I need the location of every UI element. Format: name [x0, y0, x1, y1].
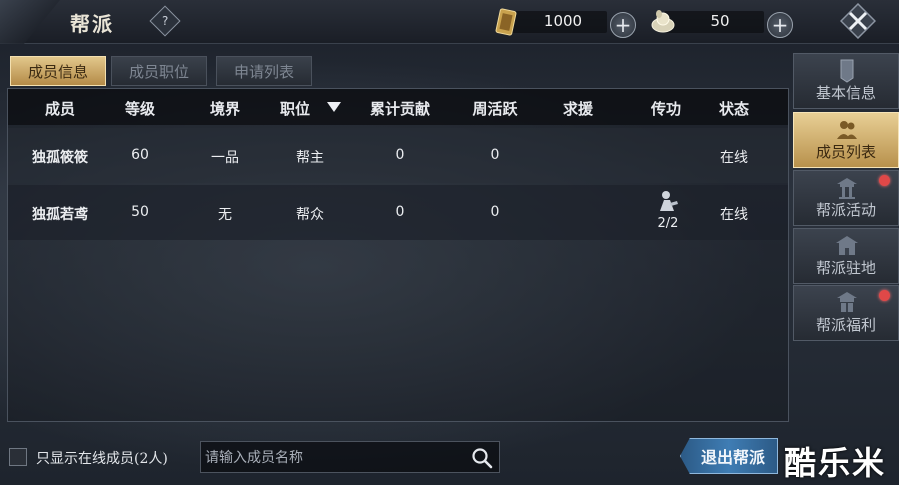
col-help[interactable]: 求援 — [548, 98, 608, 119]
col-weekly-active[interactable]: 周活跃 — [458, 98, 532, 119]
member-contribution: 0 — [395, 147, 405, 163]
side-tab-guild-station[interactable]: 帮派驻地 — [793, 228, 899, 284]
search-icon[interactable] — [471, 447, 493, 469]
member-status: 在线 — [720, 150, 748, 166]
top-bar: 帮派 ? 1000 + 50 + — [0, 0, 899, 44]
member-name: 独孤筱筱 — [32, 150, 88, 166]
col-status[interactable]: 状态 — [702, 98, 766, 119]
member-table: 成员 等级 境界 职位 累计贡献 周活跃 求援 传功 状态 独孤筱筱 60 一品… — [7, 88, 789, 422]
online-only-label[interactable]: 只显示在线成员(2人) — [36, 448, 168, 468]
col-position[interactable]: 职位 — [280, 98, 326, 119]
member-position: 帮众 — [296, 207, 324, 223]
member-level: 50 — [131, 204, 149, 220]
corner-ornament — [0, 0, 60, 44]
page-title: 帮派 — [70, 12, 114, 36]
col-contribution[interactable]: 累计贡献 — [358, 98, 442, 119]
side-tab-label: 帮派福利 — [815, 316, 876, 334]
side-tab-label: 成员列表 — [815, 143, 876, 161]
member-contribution: 0 — [395, 204, 405, 220]
notification-badge — [879, 175, 890, 186]
currency-silver-value: 50 — [710, 12, 730, 30]
currency-ticket-value: 1000 — [543, 12, 583, 30]
transmit-count: 2/2 — [657, 216, 679, 231]
scroll-ticket-icon — [495, 8, 517, 36]
member-realm: 无 — [218, 207, 232, 223]
tab-member-position[interactable]: 成员职位 — [111, 56, 207, 86]
gift-pavilion-icon — [837, 292, 857, 312]
members-icon — [837, 121, 857, 139]
side-tab-basic-info[interactable]: 基本信息 — [793, 53, 899, 109]
pavilion-icon — [837, 178, 857, 199]
side-tab-guild-welfare[interactable]: 帮派福利 — [793, 285, 899, 341]
side-tab-guild-activity[interactable]: 帮派活动 — [793, 170, 899, 226]
col-member[interactable]: 成员 — [20, 98, 100, 119]
search-input[interactable] — [205, 447, 455, 469]
member-name: 独孤若鸢 — [32, 207, 88, 223]
side-tab-label: 帮派活动 — [815, 201, 876, 219]
banner-icon — [840, 59, 854, 83]
tab-member-info[interactable]: 成员信息 — [10, 56, 106, 86]
col-transmit[interactable]: 传功 — [636, 98, 696, 119]
col-realm[interactable]: 境界 — [193, 98, 257, 119]
add-ticket-button[interactable]: + — [610, 12, 636, 38]
member-status: 在线 — [720, 207, 748, 223]
close-button[interactable] — [840, 3, 876, 39]
member-search — [200, 441, 500, 473]
col-level[interactable]: 等级 — [108, 98, 172, 119]
palace-icon — [836, 236, 858, 255]
side-tab-label: 帮派驻地 — [815, 259, 876, 277]
table-row[interactable]: 独孤若鸢 50 无 帮众 0 0 2/2 在线 — [8, 185, 788, 240]
member-position: 帮主 — [296, 150, 324, 166]
meditation-figure-icon[interactable] — [655, 189, 681, 215]
tab-application-list[interactable]: 申请列表 — [216, 56, 312, 86]
member-weekly-active: 0 — [490, 147, 500, 163]
add-silver-button[interactable]: + — [767, 12, 793, 38]
member-weekly-active: 0 — [490, 204, 500, 220]
currency-ticket: 1000 + — [493, 7, 643, 38]
member-realm: 一品 — [211, 150, 239, 166]
currency-silver: 50 + — [650, 7, 800, 38]
side-tab-label: 基本信息 — [815, 84, 876, 102]
question-icon: ? — [161, 14, 169, 28]
online-only-checkbox[interactable] — [9, 448, 27, 466]
help-button[interactable]: ? — [149, 5, 181, 37]
exit-guild-button[interactable]: 退出帮派 — [680, 438, 778, 474]
notification-badge — [879, 290, 890, 301]
side-tab-member-list[interactable]: 成员列表 — [793, 112, 899, 168]
watermark-logo: 酷乐米 — [784, 444, 887, 482]
sort-down-icon[interactable] — [326, 101, 342, 113]
member-level: 60 — [131, 147, 149, 163]
silver-ingot-icon — [651, 10, 675, 33]
table-header: 成员 等级 境界 职位 累计贡献 周活跃 求援 传功 状态 — [8, 89, 788, 125]
table-row[interactable]: 独孤筱筱 60 一品 帮主 0 0 在线 — [8, 128, 788, 183]
